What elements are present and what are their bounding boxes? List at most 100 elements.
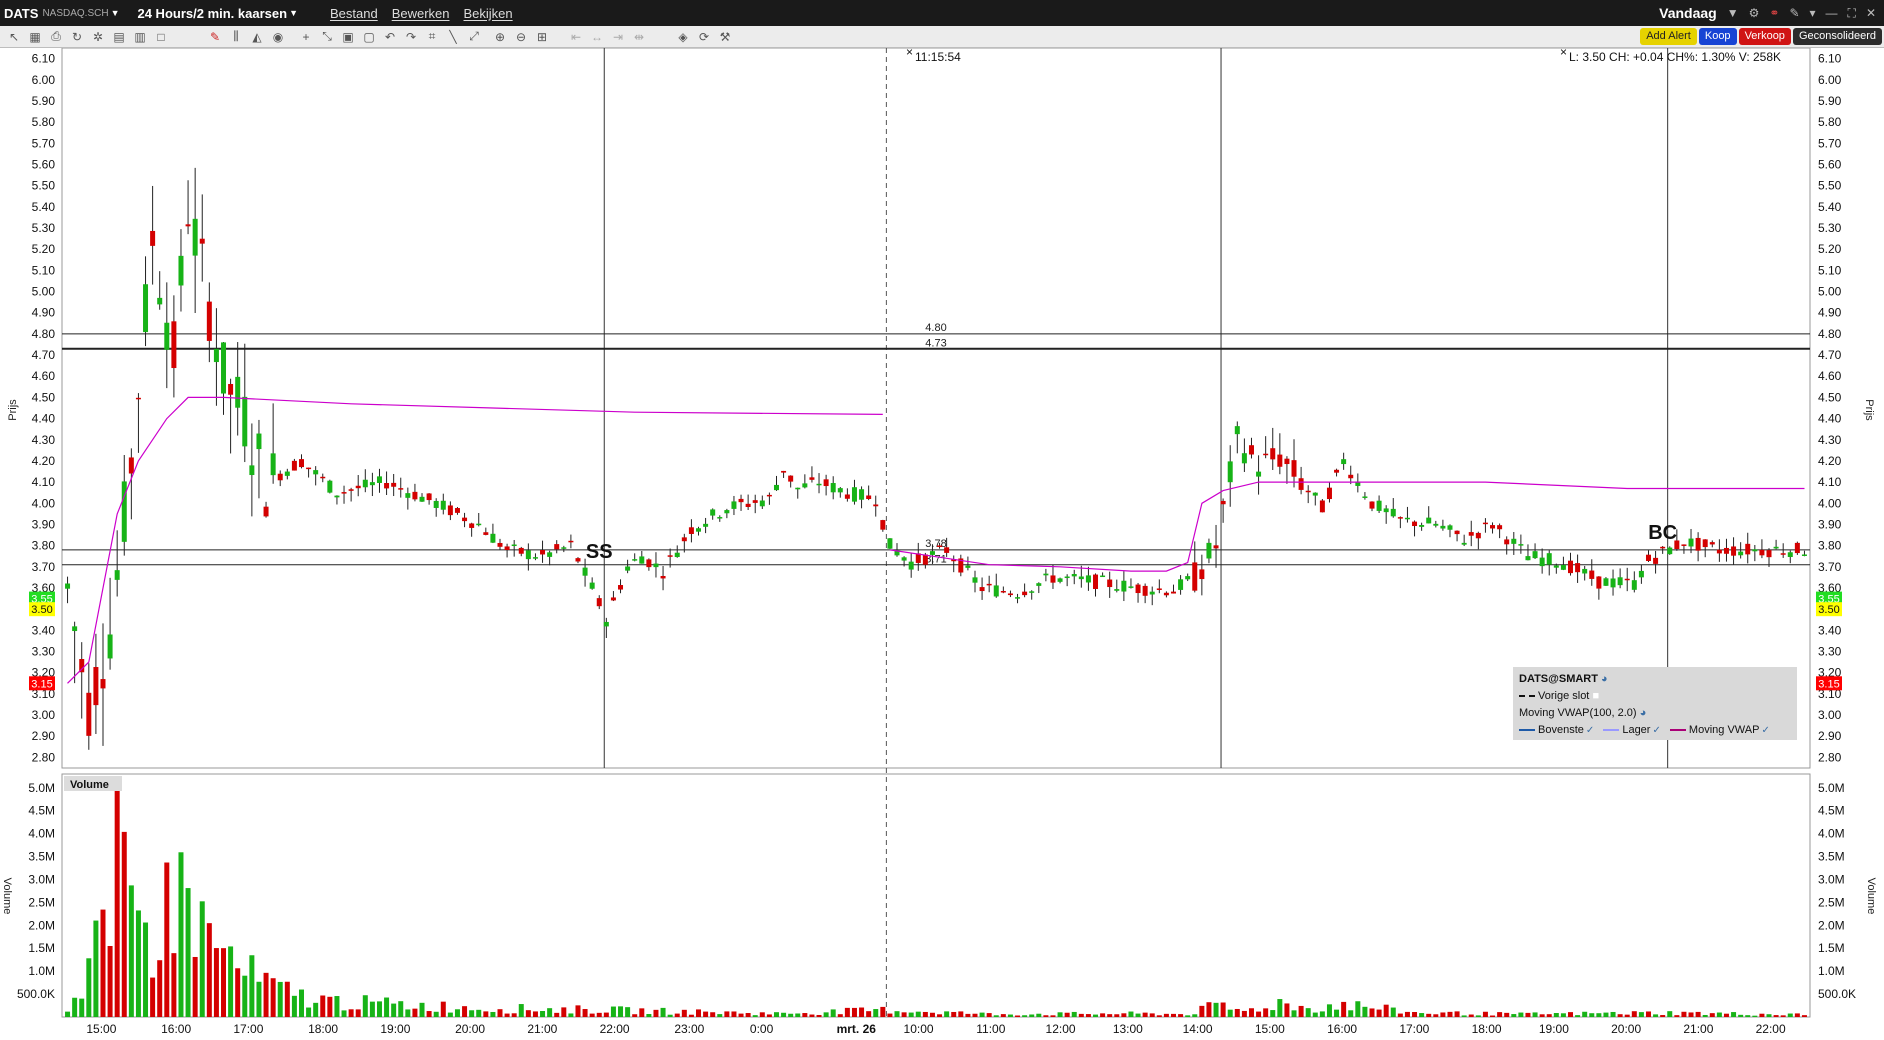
volume-bar bbox=[766, 1014, 772, 1017]
volume-bar bbox=[880, 1006, 886, 1017]
volume-bar bbox=[476, 1009, 482, 1017]
volume-bar bbox=[79, 998, 85, 1017]
minimize-icon[interactable]: — bbox=[1826, 6, 1838, 20]
price-panel[interactable] bbox=[61, 48, 1811, 769]
volume-bar bbox=[596, 1012, 602, 1017]
candle-body bbox=[603, 621, 609, 627]
candle-body bbox=[1560, 564, 1566, 570]
candle-icon[interactable]: ⫼ bbox=[229, 29, 243, 44]
draw-icon[interactable]: ⌗ bbox=[425, 29, 439, 44]
chevron-down-icon[interactable]: ▼ bbox=[1727, 6, 1739, 20]
check-icon[interactable]: ✓ bbox=[1586, 725, 1594, 736]
price-tick-label: 5.50 bbox=[1818, 179, 1842, 193]
time-tick-label: 17:00 bbox=[233, 1022, 263, 1036]
pin-icon[interactable]: ✎ bbox=[1789, 6, 1799, 20]
candle-body bbox=[965, 565, 971, 568]
price-tick-label: 5.60 bbox=[32, 157, 56, 171]
area-chart-icon[interactable]: ◭ bbox=[250, 30, 264, 44]
symbol-label[interactable]: DATS bbox=[4, 6, 38, 21]
today-button[interactable]: Vandaag bbox=[1659, 5, 1717, 21]
settings-icon[interactable]: ✲ bbox=[91, 30, 105, 44]
sell-button[interactable]: Verkoop bbox=[1738, 28, 1791, 45]
line-icon[interactable]: ╲ bbox=[446, 30, 460, 44]
period-dropdown-icon[interactable]: ▼ bbox=[289, 8, 298, 18]
chart-area[interactable]: 6.10 6.00 5.90 5.80 5.70 5.60 5.50 5.40 5.30 5.20… bbox=[0, 48, 1884, 1040]
candle-body bbox=[1731, 546, 1737, 556]
check-icon[interactable]: ✓ bbox=[1761, 725, 1769, 736]
legend-indicator-icon[interactable]: ◕ bbox=[1640, 707, 1647, 719]
gear-icon[interactable]: ⚙ bbox=[1749, 6, 1760, 20]
expand-icon[interactable]: ⇹ bbox=[632, 30, 646, 44]
zoom-fit-icon[interactable]: ⊞ bbox=[535, 30, 549, 44]
maximize-icon[interactable]: ⛶ bbox=[1848, 6, 1856, 21]
crosshair-icon[interactable]: + bbox=[299, 30, 313, 44]
box-icon[interactable]: ▣ bbox=[341, 30, 355, 44]
close-icon[interactable]: ✕ bbox=[1866, 6, 1876, 20]
zoom-out-icon[interactable]: ⊖ bbox=[514, 30, 528, 44]
candle-body bbox=[1362, 496, 1368, 498]
legend-box[interactable]: DATS@SMART ◕ Vorige slot ■ Moving VWAP(1… bbox=[1513, 667, 1797, 740]
zoom-in-icon[interactable]: ⊕ bbox=[493, 30, 507, 44]
layout-icon[interactable]: ▤ bbox=[112, 30, 126, 44]
link-icon[interactable]: ⚭ bbox=[1769, 6, 1779, 20]
buy-button[interactable]: Koop bbox=[1698, 28, 1737, 45]
price-tick-label: 5.30 bbox=[1818, 221, 1842, 235]
consolidated-button[interactable]: Geconsolideerd bbox=[1792, 28, 1882, 45]
redo-icon[interactable]: ↷ bbox=[404, 30, 418, 44]
add-alert-button[interactable]: Add Alert bbox=[1640, 28, 1697, 45]
candle-body bbox=[1482, 522, 1488, 525]
menu-bewerken[interactable]: Bewerken bbox=[392, 6, 450, 21]
period-selector[interactable]: 24 Hours/2 min. kaarsen bbox=[137, 6, 287, 21]
volume-bar bbox=[1156, 1015, 1162, 1017]
scroll-right-icon[interactable]: ⇥ bbox=[611, 30, 625, 44]
sync-icon[interactable]: ⟳ bbox=[697, 30, 711, 44]
chevron-down-icon[interactable]: ▾ bbox=[1810, 6, 1816, 20]
volume-panel[interactable] bbox=[61, 773, 1811, 1018]
candle-body bbox=[1766, 550, 1772, 558]
symbol-dropdown-icon[interactable]: ▼ bbox=[111, 8, 120, 18]
legend-settings-icon[interactable]: ◕ bbox=[1601, 673, 1608, 685]
scroll-left-icon[interactable]: ⇤ bbox=[569, 30, 583, 44]
volume-bar bbox=[1348, 1010, 1354, 1017]
globe-icon[interactable]: ◉ bbox=[271, 30, 285, 44]
candle-body bbox=[582, 567, 588, 576]
menu-bestand[interactable]: Bestand bbox=[330, 6, 378, 21]
candle-body bbox=[937, 545, 943, 547]
volume-bar bbox=[1596, 1013, 1602, 1017]
print-icon[interactable]: ⎙ bbox=[49, 29, 63, 44]
scroll-mid-icon[interactable]: ↔ bbox=[590, 30, 604, 44]
trade-marker[interactable]: SS bbox=[586, 541, 613, 563]
trade-marker[interactable]: BC bbox=[1648, 522, 1677, 544]
candle-body bbox=[1036, 583, 1042, 586]
panel-icon[interactable]: ▢ bbox=[362, 30, 376, 44]
grid-icon[interactable]: ▦ bbox=[28, 30, 42, 44]
cursor-icon[interactable]: ⤡ bbox=[320, 29, 334, 44]
price-tick-label: 3.80 bbox=[1818, 539, 1842, 553]
square-icon[interactable]: □ bbox=[154, 30, 168, 44]
bars-icon[interactable]: ▥ bbox=[133, 30, 147, 44]
menu-bekijken[interactable]: Bekijken bbox=[464, 6, 513, 21]
pencil-icon[interactable]: ✎ bbox=[208, 30, 222, 44]
volume-bar bbox=[731, 1011, 737, 1017]
checkbox-icon[interactable]: ■ bbox=[1592, 690, 1599, 702]
undo-icon[interactable]: ↶ bbox=[383, 30, 397, 44]
eraser-icon[interactable]: ◈ bbox=[676, 30, 690, 44]
wrench-icon[interactable]: ⚒ bbox=[718, 30, 732, 44]
volume-bar bbox=[228, 946, 234, 1017]
price-tick-label: 6.10 bbox=[1818, 52, 1842, 66]
check-icon[interactable]: ✓ bbox=[1652, 725, 1660, 736]
volume-bar bbox=[873, 1009, 879, 1017]
candle-body bbox=[1263, 453, 1269, 456]
refresh-icon[interactable]: ↻ bbox=[70, 30, 84, 44]
volume-bar bbox=[447, 1012, 453, 1017]
volume-bar bbox=[1645, 1011, 1651, 1017]
volume-bar bbox=[1617, 1014, 1623, 1017]
ray-icon[interactable]: ⤢ bbox=[467, 29, 481, 44]
candle-body bbox=[1518, 544, 1524, 546]
arrow-icon[interactable]: ↖ bbox=[7, 30, 21, 44]
volume-bar bbox=[1674, 1015, 1680, 1017]
volume-tick-label: 500.0K bbox=[1818, 987, 1856, 1001]
volume-bar bbox=[1362, 1006, 1368, 1017]
volume-bar bbox=[1738, 1014, 1744, 1017]
volume-bar bbox=[1185, 1015, 1191, 1017]
